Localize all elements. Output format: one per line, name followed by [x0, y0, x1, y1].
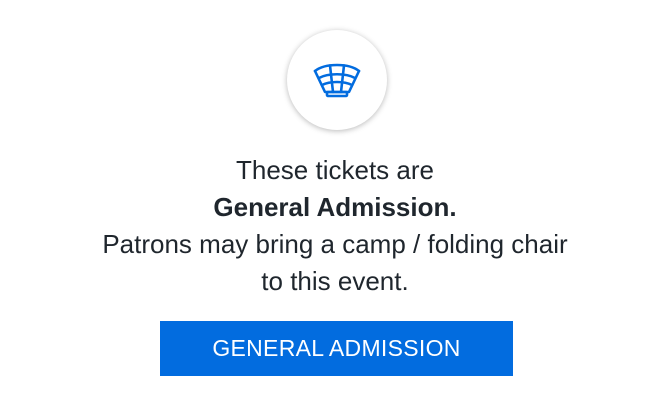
icon-badge [287, 30, 387, 130]
message-line-general-admission: General Admission. [213, 192, 457, 222]
general-admission-dialog: These tickets are General Admission. Pat… [0, 0, 670, 410]
message-line-4: to this event. [261, 266, 409, 296]
message-line-1: These tickets are [236, 155, 434, 185]
stadium-seating-icon [313, 63, 361, 98]
general-admission-button[interactable]: GENERAL ADMISSION [160, 321, 513, 376]
admission-message: These tickets are General Admission. Pat… [0, 152, 670, 300]
message-line-3: Patrons may bring a camp / folding chair [102, 229, 568, 259]
